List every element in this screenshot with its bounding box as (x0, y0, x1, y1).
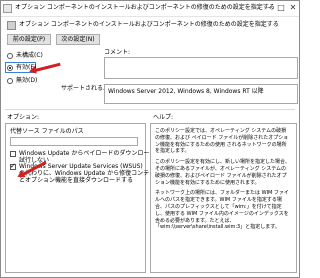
help-section-label: ヘルプ: (153, 114, 174, 121)
minimize-button[interactable]: – (263, 2, 275, 14)
comment-textarea[interactable] (104, 57, 298, 79)
annotation-arrow-enabled (34, 62, 61, 72)
window-title: オプション コンポーネントのインストールおよびコンポーネントの修復のための設定を… (15, 4, 275, 11)
section-divider (5, 109, 295, 110)
radio-circle[interactable] (7, 77, 13, 84)
maximize-button[interactable]: □ (275, 2, 287, 14)
close-button[interactable]: ✕ (287, 2, 299, 14)
options-panel: 代替ソース ファイルのパス Windows Update からペイロードのダウン… (5, 123, 161, 273)
options-section-label: オプション: (7, 114, 40, 121)
radio-circle-selected[interactable] (7, 64, 13, 71)
supported-on-field: Windows Server 2012, Windows 8, Windows … (104, 84, 298, 104)
radio-not-configured-label: 未構成(C) (16, 52, 43, 59)
next-setting-button[interactable]: 次の設定(N) (56, 34, 100, 45)
download-from-windows-update-label-line3: とオプション機能を直接ダウンロードする (19, 177, 134, 184)
policy-setting-icon (7, 21, 16, 30)
help-panel: このポリシー設定では、オペレーティング システムの破損の修復、および ペイロード… (150, 123, 297, 273)
help-paragraph-3: ネットワーク上の場所には、フォルダーまたは WIM ファイルへのパスを指定できま… (155, 190, 289, 231)
radio-disabled-label: 無効(D) (16, 77, 38, 84)
radio-disabled[interactable]: 無効(D) (7, 76, 37, 85)
previous-setting-button[interactable]: 前の設定(P) (7, 34, 51, 45)
comment-label: コメント: (104, 49, 131, 56)
download-from-windows-update-checkbox[interactable] (10, 162, 16, 170)
policy-dialog-window: オプション コンポーネントのインストールおよびコンポーネントの修復のための設定を… (0, 0, 300, 278)
title-bar: オプション コンポーネントのインストールおよびコンポーネントの修復のための設定を… (1, 1, 299, 17)
policy-icon (3, 4, 12, 13)
help-text: このポリシー設定では、オペレーティング システムの破損の修復、および ペイロード… (155, 128, 291, 235)
radio-not-configured[interactable]: 未構成(C) (7, 51, 43, 60)
help-paragraph-2: このポリシー設定を有効にし、新しい場所を指定した場合、その場所にあるファイルが、… (155, 159, 291, 186)
supported-on-value: Windows Server 2012, Windows 8, Windows … (108, 88, 264, 95)
alternate-source-path-label: 代替ソース ファイルのパス (10, 128, 84, 135)
policy-title: オプション コンポーネントのインストールおよびコンポーネントの修復のための設定を… (19, 21, 279, 28)
no-windows-update-checkbox[interactable] (10, 151, 16, 157)
radio-circle[interactable] (7, 52, 13, 59)
alternate-source-path-input[interactable] (10, 137, 138, 146)
